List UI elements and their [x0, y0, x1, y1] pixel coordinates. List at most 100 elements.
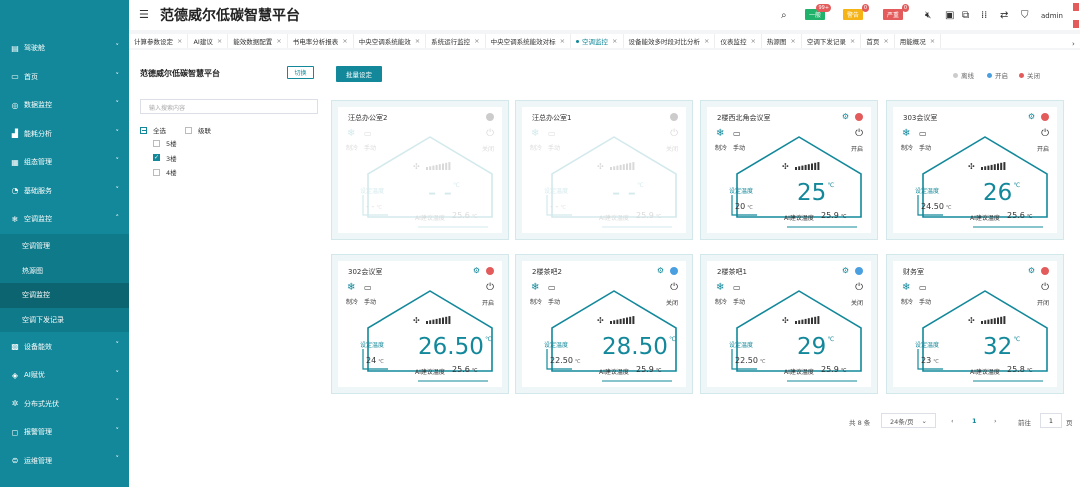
- tab-4[interactable]: 中央空调系统能效 ×: [354, 34, 427, 48]
- set-temp-value[interactable]: 20 ℃: [735, 202, 753, 211]
- tab-6[interactable]: 中央空调系统能效对标 ×: [486, 34, 572, 48]
- tab-9[interactable]: 仪表监控 ×: [715, 34, 762, 48]
- ac-card[interactable]: 2楼西北角会议室 ⚙ ❄ 制冷 ▭ 手动 ⏻ 开启 ✣ 设定温度 20 ℃ 25 ℃ AI建议温度 25.9 ℃: [700, 100, 878, 240]
- tab-12[interactable]: 首页 ×: [861, 34, 895, 48]
- set-temp-value[interactable]: 24 ℃: [366, 356, 384, 365]
- ac-card[interactable]: 2楼茶吧2 ⚙ ❄ 制冷 ▭ 手动 ⏻ 关闭 ✣ 设定温度 22.50 ℃ 28.50 ℃ AI建议温度 25…: [515, 254, 693, 394]
- tab-1[interactable]: AI建议 ×: [188, 34, 229, 48]
- checkbox[interactable]: ✓: [153, 154, 160, 161]
- alarm-badge[interactable]: 一般 99+: [805, 4, 832, 20]
- next-page-icon[interactable]: ›: [994, 417, 997, 425]
- current-page[interactable]: 1: [972, 417, 977, 425]
- sidebar-item[interactable]: ◎ 数据监控 ˅: [0, 91, 129, 120]
- close-icon[interactable]: ×: [790, 37, 795, 45]
- sidebar-item[interactable]: ▤ 驾驶舱 ˅: [0, 34, 129, 63]
- floor-item[interactable]: 4楼: [153, 167, 177, 177]
- sidebar-subitem[interactable]: 空调管理: [0, 233, 129, 259]
- tab-5[interactable]: 系统运行监控 ×: [426, 34, 486, 48]
- close-icon[interactable]: ×: [704, 37, 709, 45]
- set-temp-value[interactable]: 22.50 ℃: [735, 356, 766, 365]
- tab-3[interactable]: 书电率分析报表 ×: [288, 34, 354, 48]
- snowflake-icon[interactable]: ❄: [902, 128, 910, 139]
- edge-flag-icon[interactable]: [1073, 20, 1079, 28]
- ac-card[interactable]: 2楼茶吧1 ⚙ ❄ 制冷 ▭ 手动 ⏻ 关闭 ✣ 设定温度 22.50 ℃ 29 ℃ AI建议温度 25.9 ℃: [700, 254, 878, 394]
- set-temp-value[interactable]: 24.50 ℃: [921, 202, 952, 211]
- close-icon[interactable]: ×: [217, 37, 222, 45]
- checkbox[interactable]: [153, 139, 160, 147]
- snowflake-icon[interactable]: ❄: [531, 128, 539, 139]
- close-icon[interactable]: ×: [177, 37, 182, 45]
- tab-11[interactable]: 空调下发记录 ×: [802, 34, 862, 48]
- checkbox[interactable]: [153, 168, 160, 176]
- set-temp-value[interactable]: - - ℃: [366, 202, 382, 211]
- close-icon[interactable]: ×: [930, 37, 935, 45]
- set-temp-value[interactable]: 23 ℃: [921, 356, 939, 365]
- sidebar-item[interactable]: ❄ 空调监控 ˄: [0, 205, 129, 234]
- batch-set-button[interactable]: 批量设定: [336, 66, 382, 82]
- set-temp-value[interactable]: 22.50 ℃: [550, 356, 581, 365]
- sidebar-item[interactable]: ⊜ 运维管理 ˅: [0, 446, 129, 475]
- close-icon[interactable]: ×: [883, 37, 888, 45]
- shirt-icon[interactable]: ⛉: [1021, 10, 1029, 21]
- edge-flag-icon[interactable]: [1073, 3, 1079, 11]
- tab-0[interactable]: 计算参数设定 ×: [129, 34, 189, 48]
- close-icon[interactable]: ×: [750, 37, 755, 45]
- menu-toggle-icon[interactable]: ☰: [139, 8, 149, 21]
- close-icon[interactable]: ×: [560, 37, 565, 45]
- jump-page-input[interactable]: 1: [1040, 413, 1062, 428]
- user-name[interactable]: admin: [1041, 12, 1063, 20]
- set-temp-value[interactable]: - - ℃: [550, 202, 566, 211]
- tab-2[interactable]: 能效数据配置 ×: [228, 34, 288, 48]
- ac-card[interactable]: 302会议室 ⚙ ❄ 制冷 ▭ 手动 ⏻ 开启 ✣ 设定温度 24 ℃ 26.50 ℃ AI建议温度 25.6…: [331, 254, 509, 394]
- close-icon[interactable]: ×: [612, 37, 617, 45]
- alarm-badge[interactable]: 警告 0: [843, 4, 870, 20]
- sidebar-subitem[interactable]: 空调下发记录: [0, 307, 129, 333]
- select-all-checkbox[interactable]: 全选: [140, 125, 166, 135]
- mute-icon[interactable]: 🔇︎: [925, 10, 931, 21]
- close-icon[interactable]: ×: [342, 37, 347, 45]
- ac-card[interactable]: 303会议室 ⚙ ❄ 制冷 ▭ 手动 ⏻ 开启 ✣ 设定温度 24.50 ℃ 26 ℃ AI建议温度 25.6…: [886, 100, 1064, 240]
- apps-grid-icon[interactable]: ⁞⁞: [981, 10, 987, 21]
- code-icon[interactable]: ⧉: [962, 10, 969, 21]
- cascade-checkbox[interactable]: 级联: [185, 125, 211, 135]
- snowflake-icon[interactable]: ❄: [716, 282, 724, 293]
- close-icon[interactable]: ×: [276, 37, 281, 45]
- prev-page-icon[interactable]: ‹: [951, 417, 954, 425]
- sidebar-item[interactable]: ▭ 首页 ˅: [0, 63, 129, 92]
- checkbox[interactable]: [185, 126, 192, 134]
- sidebar-subitem[interactable]: 空调监控: [0, 282, 129, 308]
- ac-card[interactable]: 汪总办公室1 ❄ 制冷 ▭ 手动 ⏻ 关闭 ✣ 设定温度 - - ℃ - - ℃ AI建议温度 25.9 ℃: [515, 100, 693, 240]
- close-icon[interactable]: ×: [850, 37, 855, 45]
- sidebar-item[interactable]: ◻ 报警管理 ˅: [0, 418, 129, 447]
- screen-icon[interactable]: ▣: [945, 10, 954, 21]
- snowflake-icon[interactable]: ❄: [716, 128, 724, 139]
- snowflake-icon[interactable]: ❄: [531, 282, 539, 293]
- tab-7[interactable]: 空调监控 ×: [571, 34, 624, 48]
- floor-item[interactable]: 5楼: [153, 138, 177, 148]
- close-icon[interactable]: ×: [415, 37, 420, 45]
- tab-8[interactable]: 设备能效多时段对比分析 ×: [624, 34, 716, 48]
- sidebar-item[interactable]: ✲ 分布式光伏 ˅: [0, 389, 129, 418]
- search-icon[interactable]: ⌕: [781, 10, 787, 21]
- translate-icon[interactable]: ⇄: [1000, 10, 1008, 21]
- alarm-badge[interactable]: 严重 0: [883, 4, 910, 20]
- floor-item[interactable]: ✓ 3楼: [153, 153, 177, 163]
- ac-card[interactable]: 财务室 ⚙ ❄ 制冷 ▭ 手动 ⏻ 开闭 ✣ 设定温度 23 ℃ 32 ℃ AI建议温度 25.8 ℃: [886, 254, 1064, 394]
- tree-search-input[interactable]: 输入搜索内容: [140, 99, 318, 114]
- sidebar-item[interactable]: ◈ AI赋优 ˅: [0, 361, 129, 390]
- checkbox-indeterminate[interactable]: [140, 126, 147, 134]
- snowflake-icon[interactable]: ❄: [902, 282, 910, 293]
- sidebar-item[interactable]: ▟ 能耗分析 ˅: [0, 120, 129, 149]
- snowflake-icon[interactable]: ❄: [347, 128, 355, 139]
- close-icon[interactable]: ×: [474, 37, 479, 45]
- sidebar-subitem[interactable]: 热源图: [0, 258, 129, 283]
- sidebar-item[interactable]: ▦ 组态管理 ˅: [0, 148, 129, 177]
- sidebar-item[interactable]: ▩ 设备能效 ˅: [0, 332, 129, 361]
- snowflake-icon[interactable]: ❄: [347, 282, 355, 293]
- sidebar-item[interactable]: ◔ 基础服务 ˅: [0, 177, 129, 206]
- tab-13[interactable]: 用能概况 ×: [895, 34, 942, 48]
- tab-10[interactable]: 热源图 ×: [762, 34, 802, 48]
- ac-card[interactable]: 汪总办公室2 ❄ 制冷 ▭ 手动 ⏻ 关闭 ✣ 设定温度 - - ℃ - - ℃ AI建议温度 25.6 ℃: [331, 100, 509, 240]
- chevron-right-icon[interactable]: ›: [1072, 40, 1075, 48]
- page-size-select[interactable]: 24条/页 ⌄: [881, 413, 936, 428]
